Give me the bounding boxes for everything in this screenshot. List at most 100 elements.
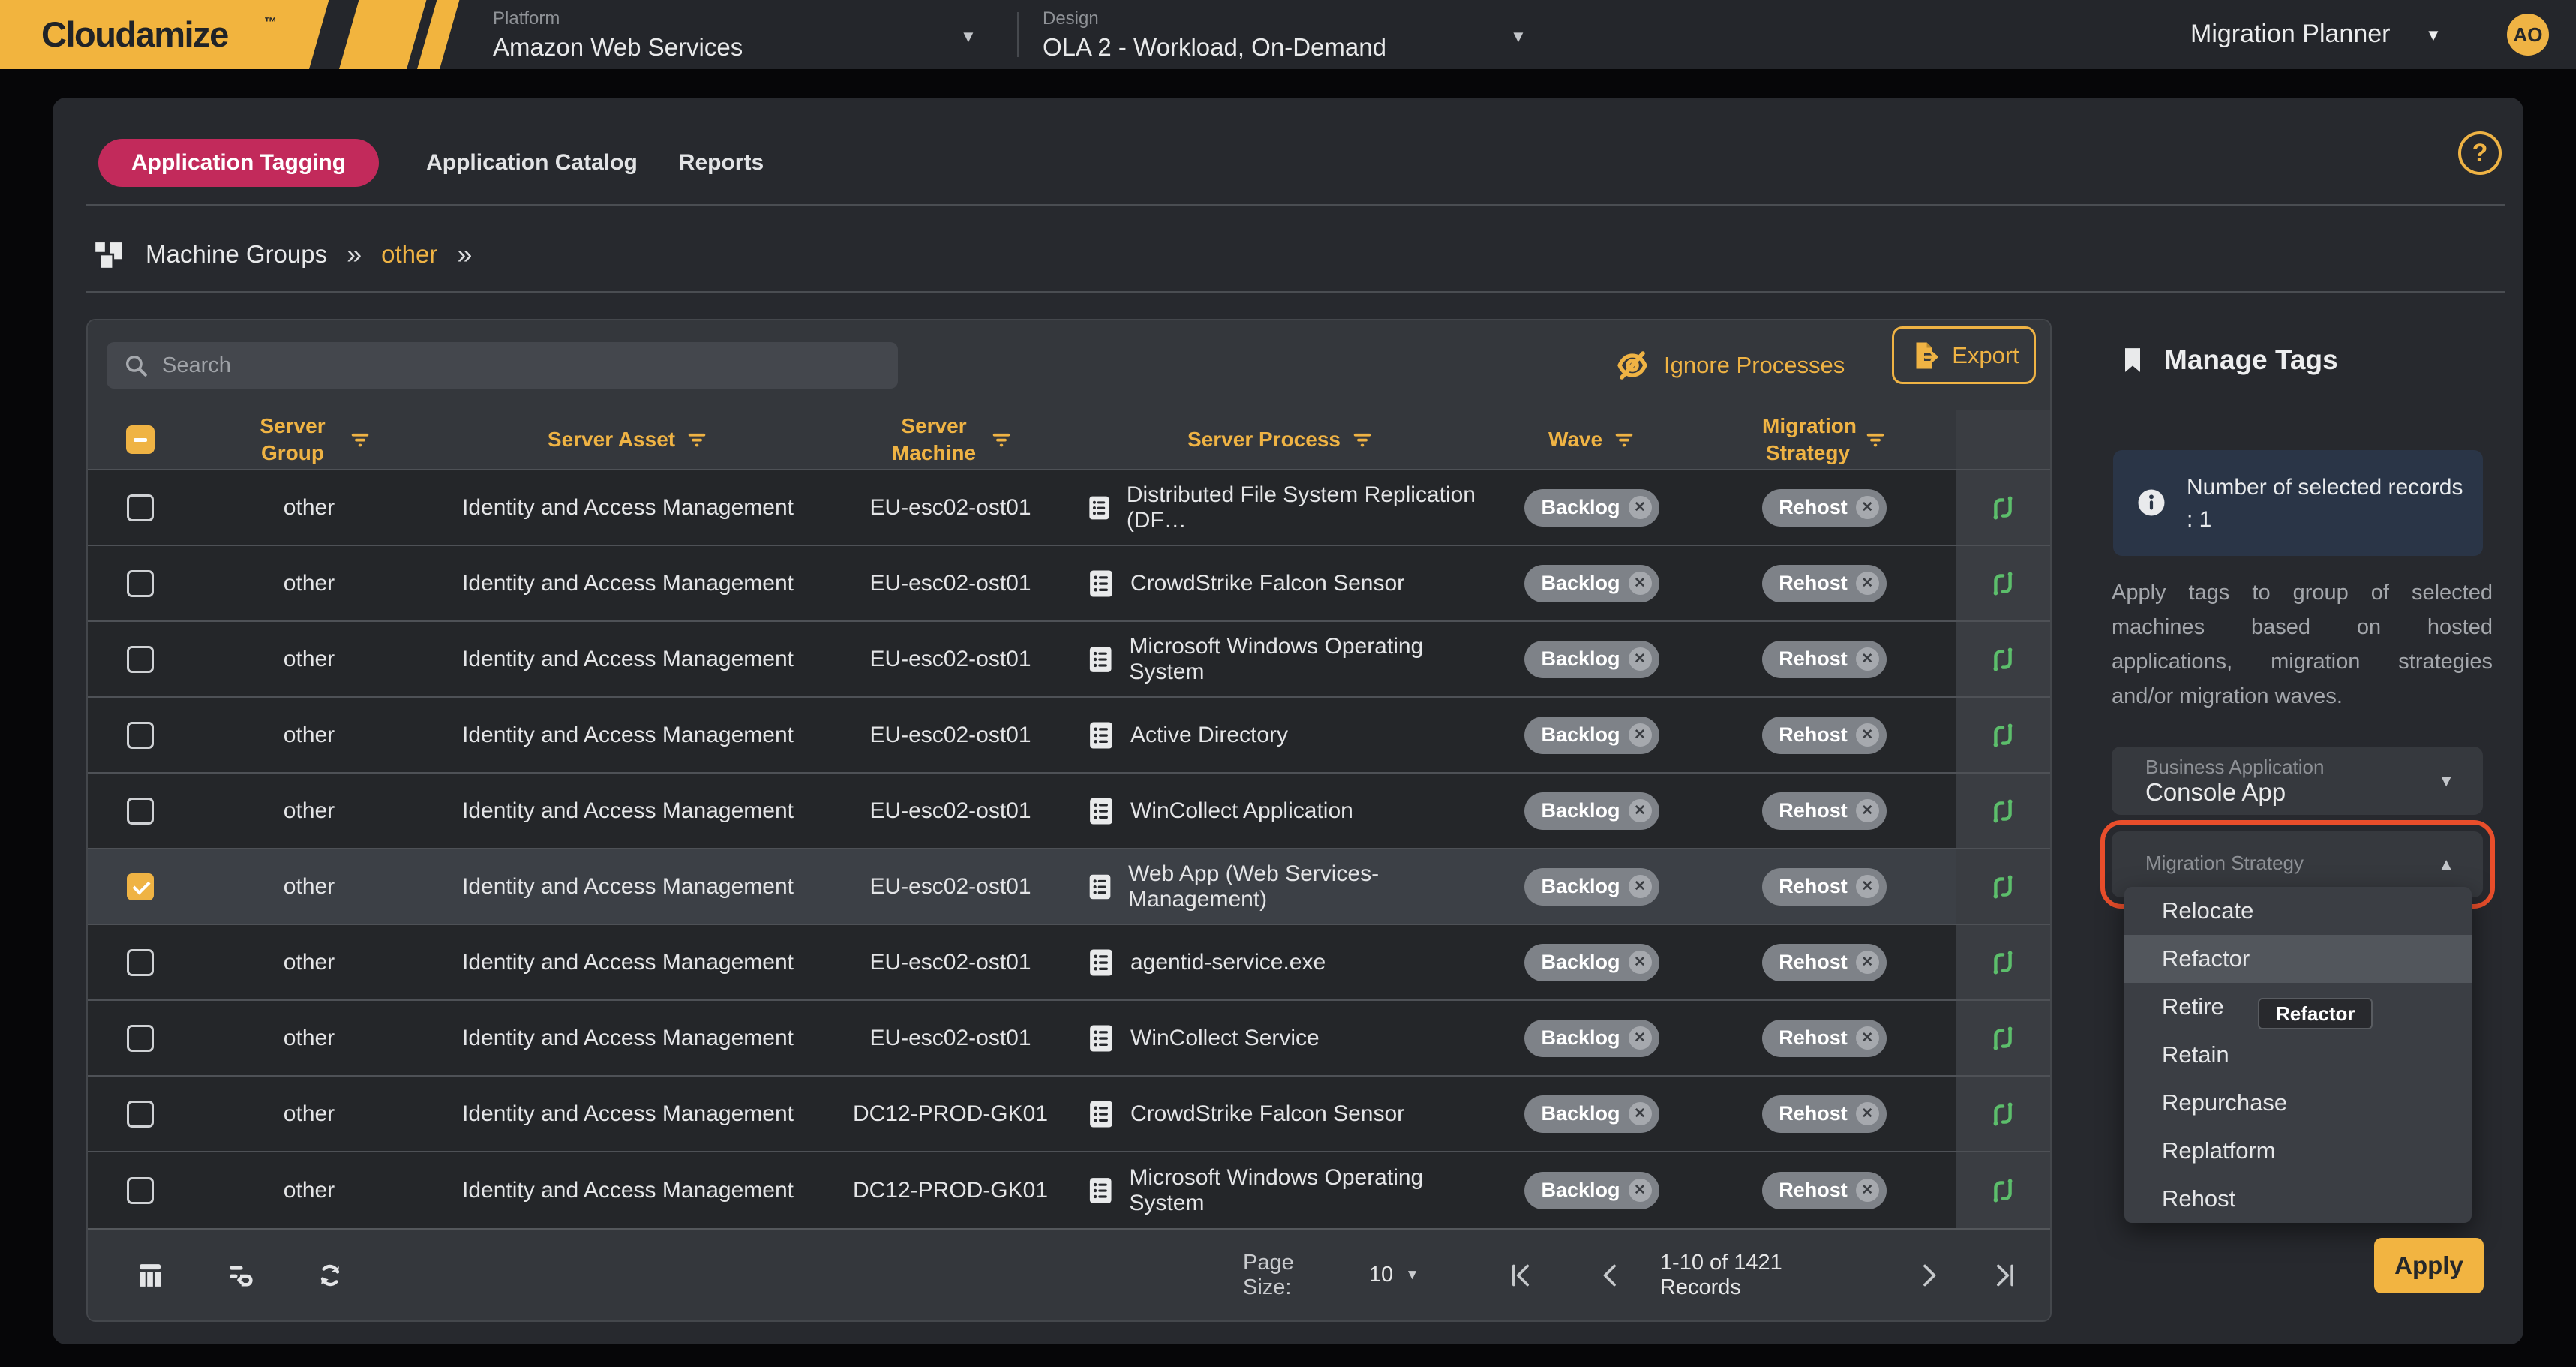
strategy-option-refactor[interactable]: Refactor — [2124, 935, 2472, 983]
remove-tag-icon[interactable]: ✕ — [1629, 572, 1652, 595]
remove-tag-icon[interactable]: ✕ — [1629, 1026, 1652, 1050]
export-button[interactable]: Export — [1892, 326, 2036, 384]
table-row[interactable]: other Identity and Access Management EU-… — [88, 622, 2050, 698]
strategy-option-repurchase[interactable]: Repurchase — [2124, 1079, 2472, 1127]
filter-icon[interactable] — [1351, 428, 1374, 451]
next-page-button[interactable] — [1914, 1260, 1944, 1290]
filter-icon[interactable] — [990, 428, 1013, 451]
ignore-processes-button[interactable]: Ignore Processes — [1614, 343, 1845, 388]
business-application-select[interactable]: Business Application Console App ▼ — [2112, 747, 2483, 815]
remove-tag-icon[interactable]: ✕ — [1629, 723, 1652, 747]
platform-select[interactable]: Platform Amazon Web Services — [493, 0, 743, 69]
process-flow-icon[interactable] — [1986, 642, 2020, 677]
chevron-down-icon[interactable]: ▼ — [960, 27, 977, 47]
strategy-option-replatform[interactable]: Replatform — [2124, 1127, 2472, 1175]
remove-tag-icon[interactable]: ✕ — [1629, 951, 1652, 974]
remove-tag-icon[interactable]: ✕ — [1856, 572, 1879, 595]
table-row[interactable]: other Identity and Access Management EU-… — [88, 698, 2050, 774]
previous-page-button[interactable] — [1596, 1260, 1626, 1290]
column-header-server-asset[interactable]: Server Asset — [425, 410, 830, 469]
column-header-server-machine[interactable]: Server Machine — [830, 410, 1070, 469]
apply-button[interactable]: Apply — [2374, 1238, 2484, 1293]
process-flow-icon[interactable] — [1986, 1173, 2020, 1208]
strategy-option-relocate[interactable]: Relocate — [2124, 887, 2472, 935]
remove-tag-icon[interactable]: ✕ — [1856, 951, 1879, 974]
table-row[interactable]: other Identity and Access Management DC1… — [88, 1077, 2050, 1152]
tab-application-catalog[interactable]: Application Catalog — [426, 150, 638, 176]
tab-application-tagging[interactable]: Application Tagging — [98, 139, 379, 187]
row-checkbox[interactable] — [127, 949, 154, 976]
row-checkbox[interactable] — [127, 798, 154, 825]
column-header-wave[interactable]: Wave — [1491, 410, 1693, 469]
filter-icon[interactable] — [349, 428, 371, 451]
remove-tag-icon[interactable]: ✕ — [1629, 1102, 1652, 1125]
remove-tag-icon[interactable]: ✕ — [1856, 875, 1879, 898]
last-page-button[interactable] — [1990, 1260, 2020, 1290]
process-flow-icon[interactable] — [1986, 870, 2020, 904]
remove-tag-icon[interactable]: ✕ — [1629, 1179, 1652, 1202]
chevron-down-icon[interactable]: ▼ — [2425, 26, 2442, 45]
table-row[interactable]: other Identity and Access Management EU-… — [88, 925, 2050, 1001]
column-header-migration-strategy[interactable]: Migration Strategy — [1693, 410, 1956, 469]
remove-tag-icon[interactable]: ✕ — [1856, 1026, 1879, 1050]
process-flow-icon[interactable] — [1986, 491, 2020, 525]
table-row[interactable]: other Identity and Access Management EU-… — [88, 849, 2050, 925]
row-checkbox[interactable] — [127, 494, 154, 521]
remove-tag-icon[interactable]: ✕ — [1629, 799, 1652, 822]
row-checkbox[interactable] — [127, 1177, 154, 1204]
process-flow-icon[interactable] — [1986, 945, 2020, 980]
row-checkbox[interactable] — [127, 873, 154, 900]
table-row[interactable]: other Identity and Access Management DC1… — [88, 1152, 2050, 1228]
table-footer: Page Size: 10 ▼ 1-10 of 1421 Records — [88, 1228, 2050, 1320]
columns-icon[interactable] — [134, 1260, 166, 1291]
remove-tag-icon[interactable]: ✕ — [1856, 647, 1879, 671]
column-header-server-group[interactable]: Server Group — [193, 410, 425, 469]
table-row[interactable]: other Identity and Access Management EU-… — [88, 546, 2050, 622]
strategy-option-retain[interactable]: Retain — [2124, 1031, 2472, 1079]
remove-tag-icon[interactable]: ✕ — [1856, 799, 1879, 822]
remove-tag-icon[interactable]: ✕ — [1856, 723, 1879, 747]
process-flow-icon[interactable] — [1986, 566, 2020, 601]
process-flow-icon[interactable] — [1986, 1097, 2020, 1131]
wrap-text-icon[interactable] — [224, 1260, 256, 1291]
workspace-menu[interactable]: Migration Planner — [2190, 20, 2390, 49]
remove-tag-icon[interactable]: ✕ — [1856, 1102, 1879, 1125]
breadcrumb-machine-groups[interactable]: Machine Groups — [146, 240, 327, 269]
remove-tag-icon[interactable]: ✕ — [1629, 647, 1652, 671]
search-box[interactable] — [107, 342, 898, 389]
remove-tag-icon[interactable]: ✕ — [1856, 1179, 1879, 1202]
process-flow-icon[interactable] — [1986, 718, 2020, 753]
design-select[interactable]: Design OLA 2 - Workload, On-Demand — [1043, 0, 1386, 69]
table-row[interactable]: other Identity and Access Management EU-… — [88, 1001, 2050, 1077]
row-checkbox[interactable] — [127, 1101, 154, 1128]
process-flow-icon[interactable] — [1986, 794, 2020, 828]
column-header-server-process[interactable]: Server Process — [1070, 410, 1491, 469]
filter-icon[interactable] — [1864, 428, 1887, 451]
breadcrumb-other[interactable]: other — [381, 240, 437, 269]
remove-tag-icon[interactable]: ✕ — [1629, 875, 1652, 898]
process-flow-icon[interactable] — [1986, 1021, 2020, 1056]
table-row[interactable]: other Identity and Access Management EU-… — [88, 470, 2050, 546]
help-button[interactable]: ? — [2458, 131, 2502, 175]
chevron-down-icon[interactable]: ▼ — [1510, 27, 1527, 47]
remove-tag-icon[interactable]: ✕ — [1856, 496, 1879, 519]
table-row[interactable]: other Identity and Access Management EU-… — [88, 774, 2050, 849]
search-input[interactable] — [162, 353, 881, 378]
select-all-checkbox[interactable] — [126, 425, 155, 454]
avatar[interactable]: AO — [2507, 14, 2549, 56]
first-page-button[interactable] — [1506, 1260, 1536, 1290]
row-checkbox[interactable] — [127, 646, 154, 673]
tab-reports[interactable]: Reports — [679, 150, 764, 176]
cloudamize-logo[interactable]: Cloudamize ™ — [0, 0, 480, 69]
filter-icon[interactable] — [1613, 428, 1635, 451]
row-checkbox[interactable] — [127, 722, 154, 749]
strategy-option-rehost[interactable]: Rehost — [2124, 1175, 2472, 1223]
row-checkbox[interactable] — [127, 570, 154, 597]
row-checkbox[interactable] — [127, 1025, 154, 1052]
server-machine-cell: EU-esc02-ost01 — [830, 1001, 1070, 1075]
chevron-down-icon[interactable]: ▼ — [1405, 1267, 1419, 1284]
remove-tag-icon[interactable]: ✕ — [1629, 496, 1652, 519]
refresh-icon[interactable] — [314, 1260, 346, 1291]
filter-icon[interactable] — [686, 428, 708, 451]
page-size-select[interactable]: 10 — [1369, 1263, 1393, 1287]
